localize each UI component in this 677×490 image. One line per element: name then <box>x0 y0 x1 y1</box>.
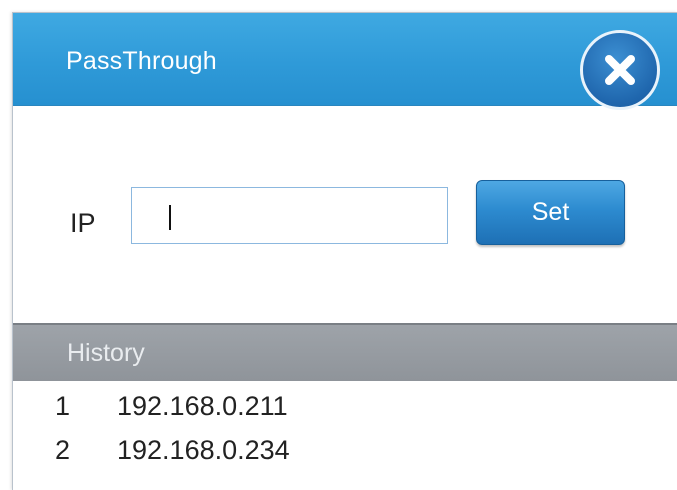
close-icon <box>605 55 635 85</box>
ip-input[interactable] <box>131 187 448 244</box>
history-row-ip: 192.168.0.211 <box>117 391 288 421</box>
text-caret <box>169 205 171 230</box>
history-row-ip: 192.168.0.234 <box>117 435 290 465</box>
close-button[interactable] <box>580 30 660 110</box>
history-title: History <box>67 339 145 367</box>
history-row-index: 1 <box>55 391 71 421</box>
dialog-title: PassThrough <box>66 47 217 75</box>
history-row-index: 2 <box>55 435 71 465</box>
history-row[interactable]: 1 192.168.0.211 <box>13 383 677 427</box>
dialog-titlebar: PassThrough <box>13 13 677 110</box>
set-button[interactable]: Set <box>476 180 625 245</box>
ip-label: IP <box>70 208 96 238</box>
history-header: History <box>13 323 677 381</box>
passthrough-dialog: PassThrough IP Set History 1 192.168.0.2… <box>12 12 677 490</box>
history-list: 1 192.168.0.211 2 192.168.0.234 <box>13 383 677 471</box>
history-row[interactable]: 2 192.168.0.234 <box>13 427 677 471</box>
